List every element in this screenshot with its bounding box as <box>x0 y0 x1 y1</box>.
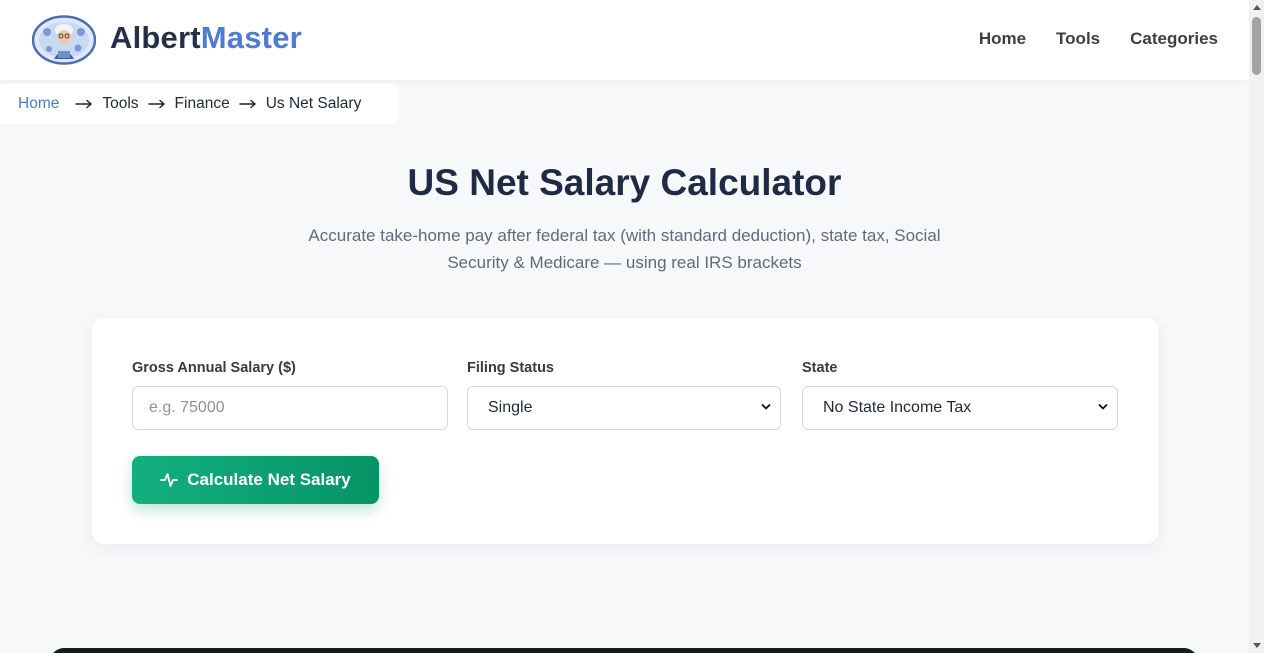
brand-name-part1: Albert <box>110 20 201 55</box>
filing-status-select[interactable]: Single <box>467 386 781 430</box>
arrow-right-icon <box>147 99 166 109</box>
breadcrumb-current: Us Net Salary <box>265 95 362 112</box>
nav-tools[interactable]: Tools <box>1056 29 1100 49</box>
calculator-card: Gross Annual Salary ($) Filing Status Si… <box>92 318 1158 544</box>
arrow-right-icon <box>239 99 257 109</box>
main-nav: Home Tools Categories <box>979 29 1218 49</box>
state-select[interactable]: No State Income Tax <box>802 386 1118 430</box>
scroll-down-arrow-icon[interactable] <box>1249 638 1264 653</box>
brand-name[interactable]: AlbertMaster <box>110 20 302 56</box>
breadcrumb-home[interactable]: Home <box>18 95 59 113</box>
filing-status-field-group: Filing Status Single <box>467 360 781 430</box>
calculate-button-label: Calculate Net Salary <box>187 470 351 489</box>
filing-status-value: Single <box>488 399 533 416</box>
scrollbar-thumb[interactable] <box>1252 17 1261 75</box>
results-section-top <box>50 648 1198 653</box>
state-label: State <box>802 360 838 376</box>
brand-name-part2: Master <box>200 20 302 55</box>
breadcrumb-tools[interactable]: Tools <box>102 95 138 113</box>
salary-field-group: Gross Annual Salary ($) <box>132 360 448 430</box>
state-value: No State Income Tax <box>823 399 972 416</box>
chevron-down-icon <box>761 403 771 410</box>
salary-label: Gross Annual Salary ($) <box>132 360 296 376</box>
filing-status-label: Filing Status <box>467 360 554 376</box>
activity-pulse-icon <box>160 473 179 487</box>
scroll-up-arrow-icon[interactable] <box>1249 0 1264 15</box>
viewport: AlbertMaster Home Tools Categories Home … <box>0 0 1249 653</box>
chevron-down-icon <box>1098 403 1108 410</box>
breadcrumb-finance[interactable]: Finance <box>175 95 230 113</box>
calculate-button[interactable]: Calculate Net Salary <box>132 456 379 504</box>
breadcrumb: Home Tools Finance Us Net Salary <box>0 84 399 124</box>
state-field-group: State No State Income Tax <box>802 360 1118 430</box>
nav-categories[interactable]: Categories <box>1130 29 1218 49</box>
arrow-right-icon <box>75 99 93 109</box>
page-title: US Net Salary Calculator <box>407 162 842 203</box>
site-header: AlbertMaster Home Tools Categories <box>0 0 1249 80</box>
albert-master-logo-icon[interactable] <box>32 15 96 65</box>
salary-input[interactable] <box>132 386 448 430</box>
page-subtitle: Accurate take-home pay after federal tax… <box>308 226 941 272</box>
page-scrollbar[interactable] <box>1249 0 1264 653</box>
nav-home[interactable]: Home <box>979 29 1026 49</box>
